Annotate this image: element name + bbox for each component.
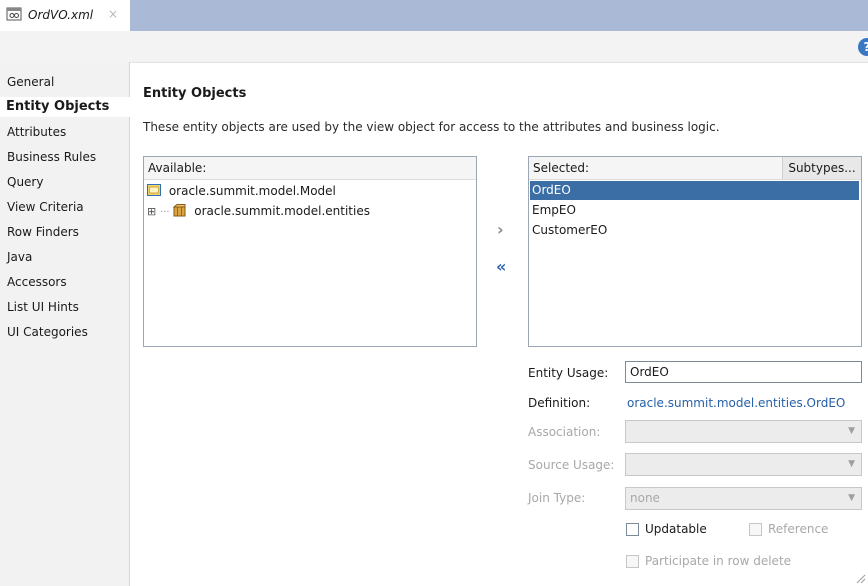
folder-icon — [147, 184, 161, 196]
association-select[interactable]: ▼ — [625, 420, 862, 443]
resize-grip-icon[interactable] — [854, 572, 866, 584]
participate-row-delete-label: Participate in row delete — [645, 554, 792, 568]
definition-label: Definition: — [528, 396, 591, 410]
available-label: Available: — [148, 161, 207, 175]
sidebar-item-list-ui-hints[interactable]: List UI Hints — [7, 297, 79, 317]
view-object-icon — [6, 7, 22, 21]
sidebar-item-business-rules[interactable]: Business Rules — [7, 147, 96, 167]
join-type-value: none — [630, 491, 660, 505]
remove-all-icon[interactable]: « — [496, 257, 506, 276]
sidebar-item-view-criteria[interactable]: View Criteria — [7, 197, 84, 217]
sidebar-item-row-finders[interactable]: Row Finders — [7, 222, 79, 242]
join-type-select[interactable]: none ▼ — [625, 487, 862, 510]
reference-checkbox[interactable] — [749, 523, 762, 536]
tab-label: OrdVO.xml — [28, 8, 94, 22]
selected-header: Selected: Subtypes... — [529, 157, 861, 180]
chevron-down-icon: ▼ — [848, 459, 855, 469]
subtypes-button[interactable]: Subtypes... — [782, 157, 861, 179]
source-usage-select[interactable]: ▼ — [625, 453, 862, 476]
package-icon — [173, 204, 186, 217]
tree-node-model[interactable]: oracle.summit.model.Model — [147, 182, 336, 200]
available-tree-panel[interactable]: Available: oracle.summit.model.Model ⊞ ·… — [143, 156, 477, 347]
available-header: Available: — [144, 157, 476, 180]
selected-label: Selected: — [533, 161, 590, 175]
association-label: Association: — [528, 425, 601, 439]
close-tab-icon[interactable]: × — [108, 7, 118, 21]
tree-node-label: oracle.summit.model.Model — [168, 184, 336, 198]
definition-link[interactable]: oracle.summit.model.entities.OrdEO — [627, 396, 845, 410]
chevron-down-icon: ▼ — [848, 493, 855, 503]
sidebar-item-java[interactable]: Java — [7, 247, 32, 267]
join-type-label: Join Type: — [528, 491, 586, 505]
tree-node-entities[interactable]: ⊞ ··· oracle.summit.model.entities — [147, 202, 370, 220]
list-item-empeo[interactable]: EmpEO — [530, 201, 859, 220]
sidebar-item-entity-objects[interactable]: Entity Objects — [0, 97, 130, 117]
editor-toolbar — [0, 31, 868, 63]
expand-icon[interactable]: ⊞ — [147, 205, 156, 218]
editor-tab-strip — [0, 0, 868, 31]
sidebar-item-accessors[interactable]: Accessors — [7, 272, 67, 292]
sidebar-nav: General Entity Objects Attributes Busine… — [0, 62, 130, 586]
sidebar-item-ui-categories[interactable]: UI Categories — [7, 322, 88, 342]
list-item-customereo[interactable]: CustomerEO — [530, 221, 859, 240]
tree-node-label: oracle.summit.model.entities — [194, 204, 370, 218]
chevron-down-icon: ▼ — [848, 426, 855, 436]
page-title: Entity Objects — [143, 86, 247, 101]
sidebar-item-attributes[interactable]: Attributes — [7, 122, 66, 142]
reference-label: Reference — [768, 522, 829, 536]
page-description: These entity objects are used by the vie… — [143, 120, 720, 134]
entity-usage-label: Entity Usage: — [528, 366, 609, 380]
list-item-ordeo[interactable]: OrdEO — [530, 181, 859, 200]
updatable-checkbox[interactable] — [626, 523, 639, 536]
source-usage-label: Source Usage: — [528, 458, 615, 472]
tree-connector: ··· — [160, 207, 170, 218]
sidebar-item-query[interactable]: Query — [7, 172, 43, 192]
participate-row-delete-checkbox[interactable] — [626, 555, 639, 568]
sidebar-item-general[interactable]: General — [7, 72, 54, 92]
selected-list-panel[interactable]: Selected: Subtypes... OrdEO EmpEO Custom… — [528, 156, 862, 347]
entity-usage-field[interactable]: OrdEO — [625, 361, 862, 383]
updatable-label: Updatable — [645, 522, 707, 536]
move-right-icon[interactable]: › — [497, 220, 504, 239]
tab-ordvo-xml[interactable]: OrdVO.xml × — [0, 0, 130, 31]
